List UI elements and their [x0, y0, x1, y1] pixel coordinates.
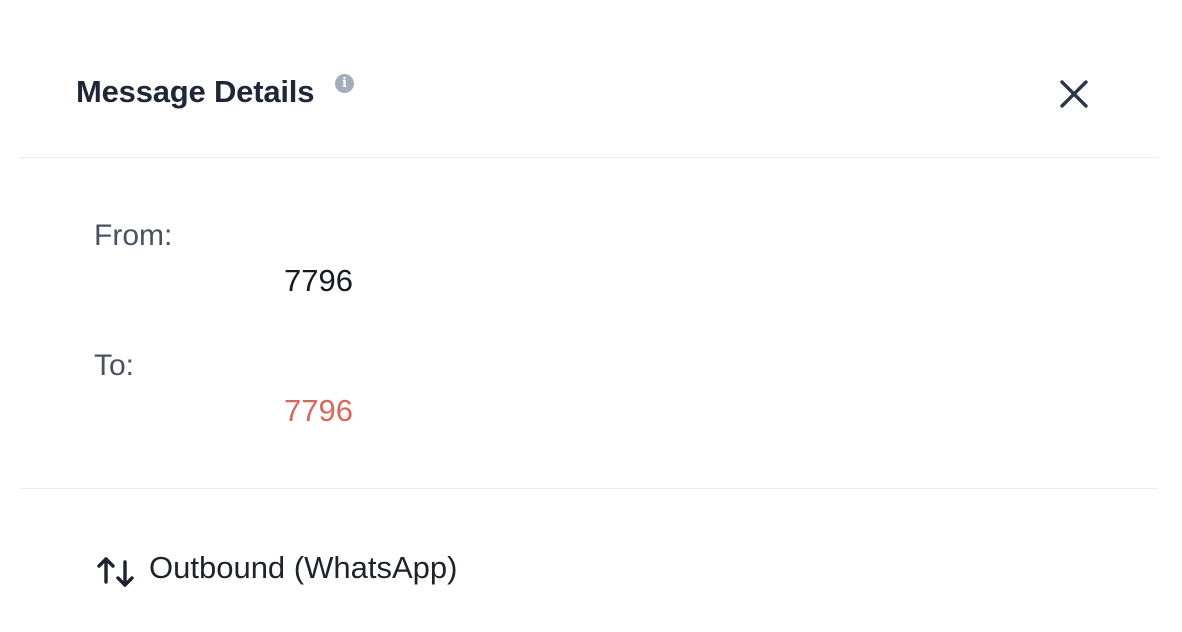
- participants-section: From: 7796 To: 7796: [20, 158, 1158, 489]
- to-label: To:: [94, 349, 135, 382]
- message-details-panel: Message Details i From: 7796 To: 7796 Ou…: [0, 0, 1182, 632]
- arrows-up-down-icon: [96, 554, 136, 590]
- info-icon[interactable]: i: [335, 74, 354, 93]
- close-icon: [1060, 80, 1088, 108]
- direction-label: Outbound (WhatsApp): [149, 550, 458, 585]
- panel-header: Message Details i: [20, 0, 1158, 158]
- from-label: From:: [94, 219, 173, 252]
- from-value: 7796: [284, 263, 353, 298]
- message-direction: Outbound (WhatsApp): [20, 490, 1158, 632]
- to-value: 7796: [284, 393, 353, 428]
- page-title: Message Details: [76, 74, 315, 109]
- close-button[interactable]: [1052, 72, 1096, 116]
